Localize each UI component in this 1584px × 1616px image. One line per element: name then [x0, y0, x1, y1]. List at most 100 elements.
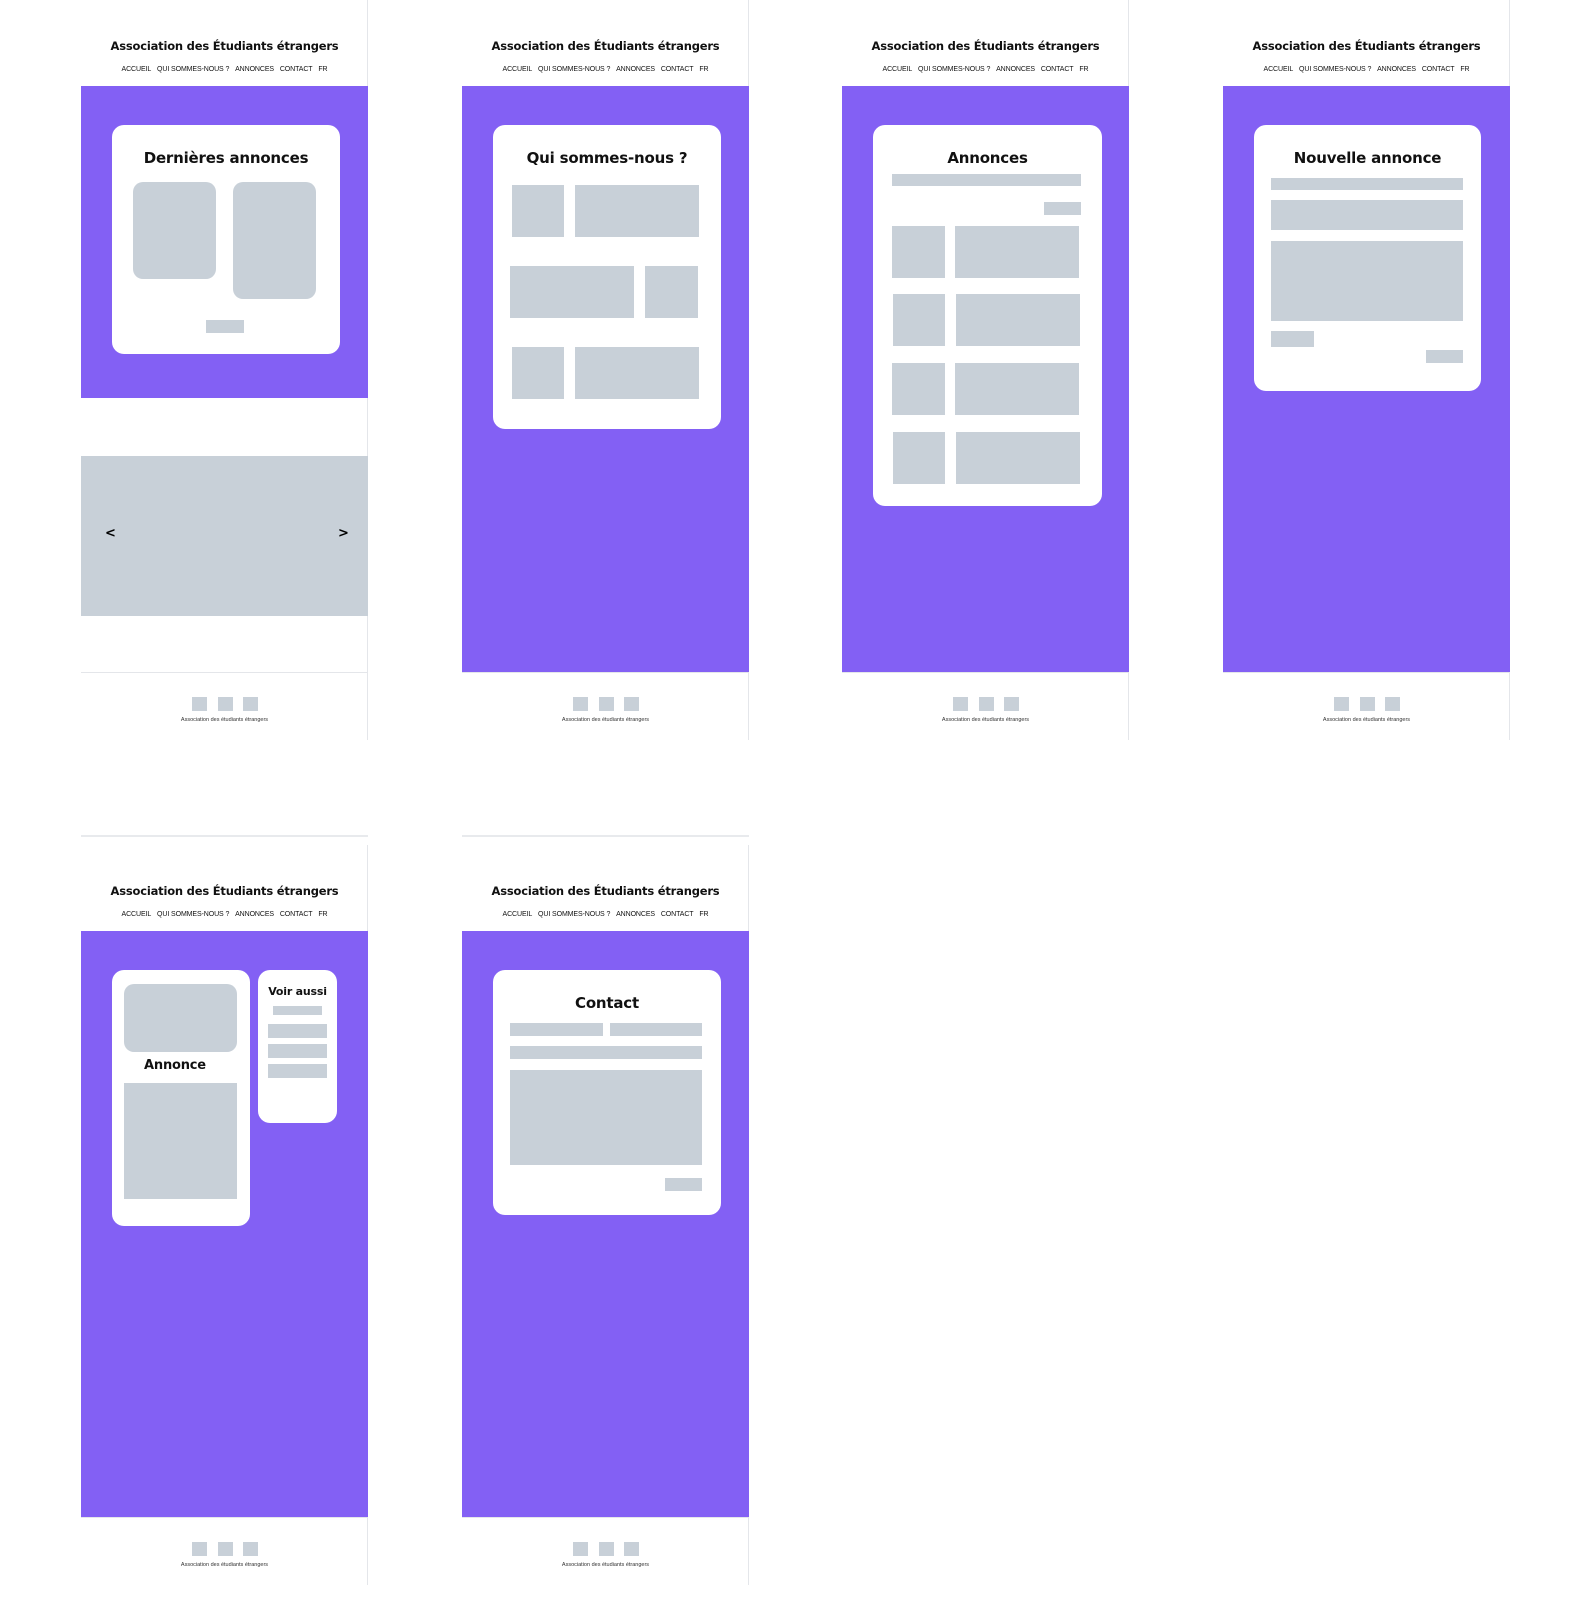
nav-language[interactable]: FR — [1460, 66, 1469, 73]
see-also-item[interactable] — [268, 1044, 327, 1058]
message-field[interactable] — [510, 1070, 702, 1165]
ad-category-field[interactable] — [1271, 200, 1463, 230]
social-icon-3[interactable] — [624, 697, 639, 711]
nav-annonces[interactable]: ANNONCES — [616, 911, 655, 918]
main-nav: ACCUEIL QUI SOMMES-NOUS ? ANNONCES CONTA… — [1223, 66, 1510, 73]
social-icon-2[interactable] — [599, 697, 614, 711]
nav-annonces[interactable]: ANNONCES — [1377, 66, 1416, 73]
nav-qui-sommes-nous[interactable]: QUI SOMMES-NOUS ? — [538, 66, 610, 73]
ad-item-text[interactable] — [955, 363, 1079, 415]
ad-upload-button[interactable] — [1271, 331, 1314, 347]
ad-item-text[interactable] — [956, 432, 1080, 484]
social-icon-3[interactable] — [1385, 697, 1400, 711]
carousel-next-button[interactable]: > — [338, 526, 349, 541]
social-icon-1[interactable] — [192, 697, 207, 711]
social-icon-2[interactable] — [599, 1542, 614, 1556]
nav-contact[interactable]: CONTACT — [661, 911, 694, 918]
nav-qui-sommes-nous[interactable]: QUI SOMMES-NOUS ? — [157, 66, 229, 73]
nav-language[interactable]: FR — [699, 911, 708, 918]
nav-annonces[interactable]: ANNONCES — [616, 66, 655, 73]
site-title[interactable]: Association des Étudiants étrangers — [81, 884, 368, 898]
main-nav: ACCUEIL QUI SOMMES-NOUS ? ANNONCES CONTA… — [462, 911, 749, 918]
nav-contact[interactable]: CONTACT — [280, 66, 313, 73]
site-title[interactable]: Association des Étudiants étrangers — [81, 39, 368, 53]
card-title: Qui sommes-nous ? — [526, 149, 688, 167]
ad-preview-image[interactable] — [133, 182, 216, 279]
card-title: Contact — [575, 994, 639, 1012]
ads-card: Annonces — [873, 125, 1102, 506]
social-icon-2[interactable] — [979, 697, 994, 711]
screen-ad-detail: Association des Étudiants étrangers ACCU… — [81, 845, 368, 1585]
ad-item-text[interactable] — [955, 226, 1079, 278]
site-title[interactable]: Association des Étudiants étrangers — [462, 884, 749, 898]
social-icon-3[interactable] — [243, 1542, 258, 1556]
nav-accueil[interactable]: ACCUEIL — [122, 911, 152, 918]
social-icon-1[interactable] — [1334, 697, 1349, 711]
ad-title-field[interactable] — [1271, 178, 1463, 190]
new-ad-card: Nouvelle annonce — [1254, 125, 1481, 391]
footer-divider — [842, 672, 1129, 673]
footer-text: Association des étudiants étrangers — [180, 717, 269, 723]
ad-submit-button[interactable] — [1426, 350, 1463, 363]
social-icon-2[interactable] — [1360, 697, 1375, 711]
nav-qui-sommes-nous[interactable]: QUI SOMMES-NOUS ? — [918, 66, 990, 73]
see-also-item[interactable] — [273, 1006, 322, 1015]
social-icon-2[interactable] — [218, 1542, 233, 1556]
ad-description-field[interactable] — [1271, 241, 1463, 321]
hero-section: Dernières annonces — [81, 86, 368, 398]
nav-language[interactable]: FR — [318, 66, 327, 73]
ad-detail-card: Annonce — [112, 970, 250, 1226]
nav-accueil[interactable]: ACCUEIL — [1264, 66, 1294, 73]
nav-language[interactable]: FR — [1079, 66, 1088, 73]
name-field[interactable] — [510, 1023, 603, 1036]
ad-item-text[interactable] — [956, 294, 1080, 346]
footer-divider — [81, 1517, 368, 1518]
footer-divider — [462, 1517, 749, 1518]
social-icon-3[interactable] — [1004, 697, 1019, 711]
send-button[interactable] — [665, 1178, 702, 1191]
about-image — [512, 185, 564, 237]
subject-field[interactable] — [510, 1046, 702, 1059]
nav-accueil[interactable]: ACCUEIL — [122, 66, 152, 73]
nav-contact[interactable]: CONTACT — [661, 66, 694, 73]
social-icon-3[interactable] — [243, 697, 258, 711]
social-icon-1[interactable] — [192, 1542, 207, 1556]
social-icon-3[interactable] — [624, 1542, 639, 1556]
nav-qui-sommes-nous[interactable]: QUI SOMMES-NOUS ? — [1299, 66, 1371, 73]
nav-language[interactable]: FR — [318, 911, 327, 918]
see-also-item[interactable] — [268, 1064, 327, 1078]
see-also-item[interactable] — [268, 1024, 327, 1038]
social-icon-1[interactable] — [953, 697, 968, 711]
more-ads-button[interactable] — [206, 320, 244, 333]
carousel-prev-button[interactable]: < — [105, 526, 116, 541]
nav-language[interactable]: FR — [699, 66, 708, 73]
nav-contact[interactable]: CONTACT — [280, 911, 313, 918]
image-carousel: < > — [81, 456, 368, 616]
site-title[interactable]: Association des Étudiants étrangers — [462, 39, 749, 53]
nav-annonces[interactable]: ANNONCES — [235, 66, 274, 73]
nav-annonces[interactable]: ANNONCES — [235, 911, 274, 918]
ads-search-input[interactable] — [892, 174, 1081, 186]
nav-qui-sommes-nous[interactable]: QUI SOMMES-NOUS ? — [538, 911, 610, 918]
email-field[interactable] — [610, 1023, 702, 1036]
footer-divider — [81, 672, 368, 673]
nav-accueil[interactable]: ACCUEIL — [503, 911, 533, 918]
social-icon-1[interactable] — [573, 697, 588, 711]
ad-item-image[interactable] — [892, 226, 945, 278]
nav-accueil[interactable]: ACCUEIL — [503, 66, 533, 73]
social-icon-2[interactable] — [218, 697, 233, 711]
ad-preview-image[interactable] — [233, 182, 316, 299]
nav-annonces[interactable]: ANNONCES — [996, 66, 1035, 73]
social-icon-1[interactable] — [573, 1542, 588, 1556]
ad-item-image[interactable] — [893, 294, 945, 346]
nav-contact[interactable]: CONTACT — [1422, 66, 1455, 73]
about-text-block — [575, 347, 699, 399]
ad-item-image[interactable] — [893, 432, 945, 484]
site-title[interactable]: Association des Étudiants étrangers — [1223, 39, 1510, 53]
nav-contact[interactable]: CONTACT — [1041, 66, 1074, 73]
ads-filter-button[interactable] — [1044, 202, 1081, 215]
nav-accueil[interactable]: ACCUEIL — [883, 66, 913, 73]
nav-qui-sommes-nous[interactable]: QUI SOMMES-NOUS ? — [157, 911, 229, 918]
ad-item-image[interactable] — [892, 363, 945, 415]
site-title[interactable]: Association des Étudiants étrangers — [842, 39, 1129, 53]
